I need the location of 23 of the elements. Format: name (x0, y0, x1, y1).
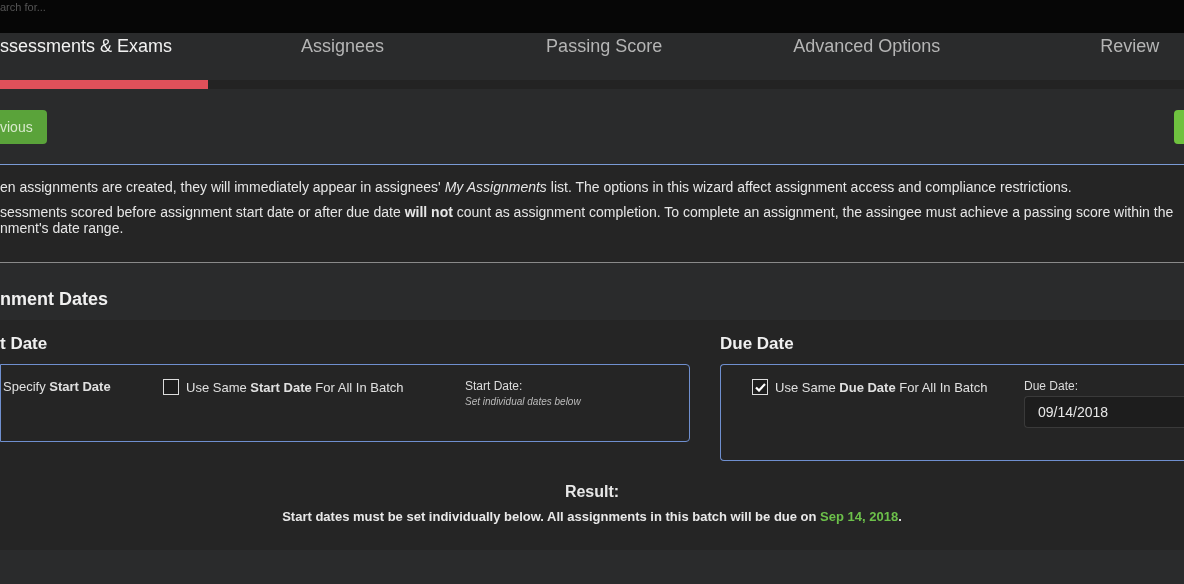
result-title: Result: (564, 483, 620, 501)
info-text: en assignments are created, they will immediately appear in assignees' My Assignments list. The options in this wizard affect assignment access and compliance restrictions. (0, 179, 1073, 195)
wizard-tab[interactable]: ssessments & Exams (0, 33, 173, 57)
wizard-tab[interactable]: Assignees (301, 33, 385, 57)
info-text: sessments scored before assignment start date or after due date will not count as assignment completion. To complete an assignment, the assingee must achieve a passing score within the nment's date range. (0, 204, 1175, 236)
checkbox-label: Use Same Start Date For All In Batch (186, 379, 404, 395)
wizard-tab[interactable]: Advanced Options (793, 33, 941, 57)
wizard-tab[interactable]: Passing Score (546, 33, 663, 57)
search-field[interactable]: arch for... (0, 0, 300, 14)
result-text: Start dates must be set individually below. All assignments in this batch will be due on Sep 14, 2018. (282, 509, 902, 524)
due-date-field[interactable]: 09/14/2018 (1024, 396, 1184, 428)
checkbox-label: Use Same Due Date For All In Batch (775, 379, 988, 395)
specify-label: Specify Start Date (3, 379, 112, 394)
field-label: Start Date: (465, 379, 524, 393)
due-date-heading: Due Date (720, 334, 795, 354)
hint-text: Set individual dates below (465, 396, 581, 407)
checkmark-icon (754, 382, 766, 392)
start-date-heading: t Date (0, 334, 49, 354)
field-label: Due Date: (1024, 379, 1080, 393)
section-title: nment Dates (0, 288, 110, 311)
checkbox[interactable] (752, 379, 768, 395)
checkbox[interactable] (163, 379, 179, 395)
wizard-tab[interactable]: Review (1100, 33, 1160, 57)
